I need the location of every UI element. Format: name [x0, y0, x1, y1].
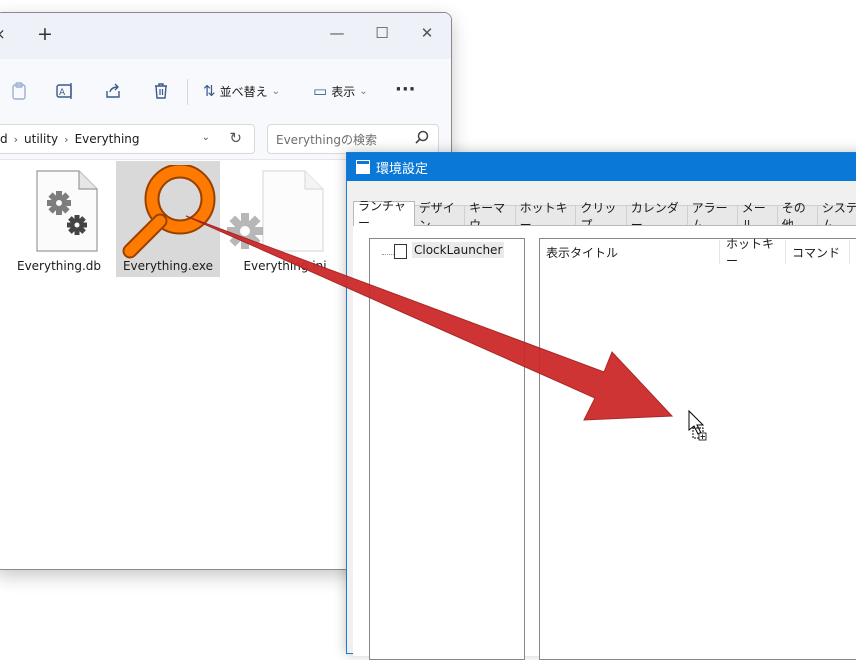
title-bar: × + — ☐ ✕ [0, 13, 451, 59]
view-icon: ▭ [313, 82, 328, 100]
everything-magnifier-icon [122, 163, 218, 263]
breadcrumb-item[interactable]: Everything [75, 132, 140, 146]
share-icon[interactable] [103, 81, 123, 101]
refresh-icon[interactable]: ↻ [229, 129, 242, 147]
chevron-down-icon: ⌄ [271, 85, 280, 97]
tree-root-item[interactable]: ClockLauncher [412, 242, 505, 258]
app-window-icon [356, 160, 370, 174]
file-name: Everything.exe [122, 259, 214, 273]
tab-close-icon[interactable]: × [0, 25, 6, 43]
file-item[interactable]: Everything.db [7, 161, 111, 277]
drag-ghost-gear-icon [221, 207, 269, 259]
tab-mail[interactable]: メール [736, 201, 778, 232]
paste-icon[interactable] [9, 81, 29, 101]
more-options-button[interactable]: ··· [395, 79, 416, 100]
chevron-right-icon: › [13, 132, 19, 146]
view-button[interactable]: ▭ 表示 ⌄ [313, 81, 368, 101]
settings-dialog: 環境設定 ランチャー デザイン キーマウ ホットキー クリップ カレンダー アラ… [346, 152, 856, 660]
view-label: 表示 [331, 84, 356, 99]
breadcrumb-item[interactable]: utility [24, 132, 58, 146]
file-name: Everything.db [16, 259, 102, 273]
delete-icon[interactable] [151, 81, 171, 101]
chevron-down-icon: ⌄ [359, 85, 368, 97]
tab-hotkey[interactable]: ホットキー [514, 201, 577, 232]
minimize-button[interactable]: — [317, 19, 357, 47]
file-name: Everything.ini [243, 259, 327, 273]
tab-clip[interactable]: クリップ [575, 201, 627, 232]
tab-alarm[interactable]: アラーム [686, 201, 738, 232]
sort-button[interactable]: ⇅ 並べ替え ⌄ [203, 81, 280, 101]
dialog-title-bar: 環境設定 [347, 153, 856, 181]
tab-design[interactable]: デザイン [413, 201, 466, 232]
command-bar: A ⇅ 並べ替え ⌄ ▭ 表示 ⌄ ··· [0, 59, 451, 120]
dialog-title: 環境設定 [376, 161, 429, 177]
file-item-selected[interactable]: Everything.exe [116, 161, 220, 277]
launcher-item-list[interactable]: 表示タイトル ホットキー コマンド [539, 237, 856, 660]
breadcrumb-item[interactable]: d [0, 132, 8, 146]
settings-tabs: ランチャー デザイン キーマウ ホットキー クリップ カレンダー アラーム メー… [353, 199, 856, 232]
search-input[interactable]: Everythingの検索 [267, 124, 439, 154]
launcher-tree[interactable]: ClockLauncher [369, 238, 525, 660]
tab-system[interactable]: システム [816, 201, 856, 232]
chevron-right-icon: › [64, 132, 69, 146]
tab-other[interactable]: その他 [776, 201, 818, 232]
svg-text:A: A [59, 88, 66, 98]
column-header-title[interactable]: 表示タイトル [540, 240, 720, 264]
settings-file-icon [35, 169, 98, 252]
column-header-hotkey[interactable]: ホットキー [720, 237, 786, 268]
column-header-command[interactable]: コマンド [786, 240, 850, 264]
settings-file-icon [261, 169, 324, 252]
sort-label: 並べ替え [219, 84, 268, 99]
tab-launcher[interactable]: ランチャー [353, 199, 415, 230]
chevron-down-icon[interactable]: ⌄ [202, 132, 210, 143]
toolbar-divider [187, 79, 188, 105]
search-icon [415, 130, 429, 148]
close-button[interactable]: ✕ [407, 19, 447, 47]
search-placeholder: Everythingの検索 [276, 133, 377, 147]
maximize-button[interactable]: ☐ [362, 19, 402, 47]
tab-keymouse[interactable]: キーマウ [464, 201, 516, 232]
launcher-panel: ClockLauncher 表示タイトル ホットキー コマンド [353, 225, 856, 660]
folder-icon [394, 244, 407, 259]
rename-icon[interactable]: A [55, 81, 75, 101]
address-bar[interactable]: d › utility › Everything ⌄ ↻ [0, 124, 255, 154]
sort-icon: ⇅ [203, 82, 216, 100]
file-item[interactable]: Everything.ini [227, 161, 337, 277]
tab-calendar[interactable]: カレンダー [625, 201, 688, 232]
new-tab-button[interactable]: + [37, 23, 53, 45]
